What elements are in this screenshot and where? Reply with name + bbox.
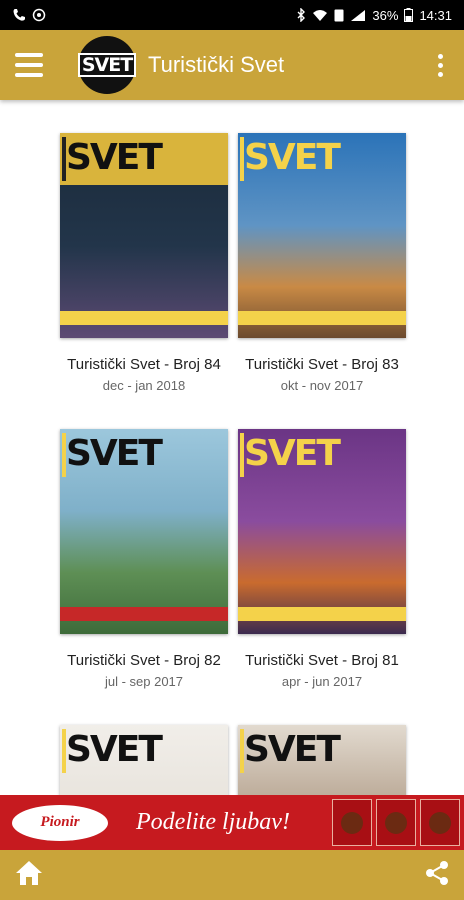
bluetooth-icon [296,8,306,22]
cover-logo: SVET [244,729,341,770]
issue-cover[interactable]: SVET [60,429,228,634]
battery-icon [404,8,414,22]
ad-banner[interactable]: Pionir Podelite ljubav! [0,795,464,850]
battery-percent: 36% [372,7,399,23]
issue-title[interactable]: Turistički Svet - Broj 83 [232,356,412,373]
signal-icon [350,9,366,22]
phone-icon [12,8,26,22]
cover-logo: SVET [66,433,163,474]
chocolate-box-icon [420,799,460,846]
issue-card[interactable]: SVET [54,725,234,795]
bottom-bar [0,850,464,900]
cover-logo: SVET [66,729,163,770]
issue-date: apr - jun 2017 [281,674,363,689]
clock: 14:31 [419,7,452,23]
issues-grid: SVET Turistički Svet - Broj 84 dec - jan… [0,100,464,795]
issue-card[interactable]: SVET Turistički Svet - Broj 81 apr - jun… [232,429,412,689]
issue-date: jul - sep 2017 [104,674,184,689]
data-icon [334,9,344,22]
chocolate-box-icon [332,799,372,846]
issue-title[interactable]: Turistički Svet - Broj 82 [54,652,234,669]
home-icon[interactable] [14,859,44,892]
issue-title[interactable]: Turistički Svet - Broj 84 [54,356,234,373]
issue-card[interactable]: SVET Turistički Svet - Broj 84 dec - jan… [54,133,234,393]
chocolate-box-icon [376,799,416,846]
issue-card[interactable]: SVET Turistički Svet - Broj 83 okt - nov… [232,133,412,393]
issue-cover[interactable]: SVET [60,133,228,338]
status-bar: 36% 14:31 [0,0,464,30]
cover-logo: SVET [244,137,341,178]
cover-logo: SVET [244,433,341,474]
issue-cover[interactable]: SVET [238,725,406,795]
whatsapp-icon [32,8,46,22]
issue-card[interactable]: SVET [232,725,412,795]
issue-title[interactable]: Turistički Svet - Broj 81 [232,652,412,669]
ad-brand: Pionir [40,814,80,830]
issue-cover[interactable]: SVET [238,133,406,338]
hamburger-icon[interactable] [12,48,46,82]
ad-brand-logo: Pionir [12,804,108,841]
issue-cover[interactable]: SVET [60,725,228,795]
more-vert-icon[interactable] [428,48,452,82]
ad-slogan: Podelite ljubav! [136,809,290,835]
wifi-icon [312,9,328,22]
issue-card[interactable]: SVET Turistički Svet - Broj 82 jul - sep… [54,429,234,689]
logo-text: SVET [77,53,137,77]
app-logo: SVET [77,36,137,94]
share-icon[interactable] [424,860,450,891]
cover-logo: SVET [66,137,163,178]
app-bar: SVET Turistički Svet [0,30,464,100]
issue-cover[interactable]: SVET [238,429,406,634]
ad-product-images [332,799,460,846]
app-title: Turistički Svet [148,52,285,77]
issue-date: dec - jan 2018 [102,378,186,393]
issue-date: okt - nov 2017 [280,378,364,393]
